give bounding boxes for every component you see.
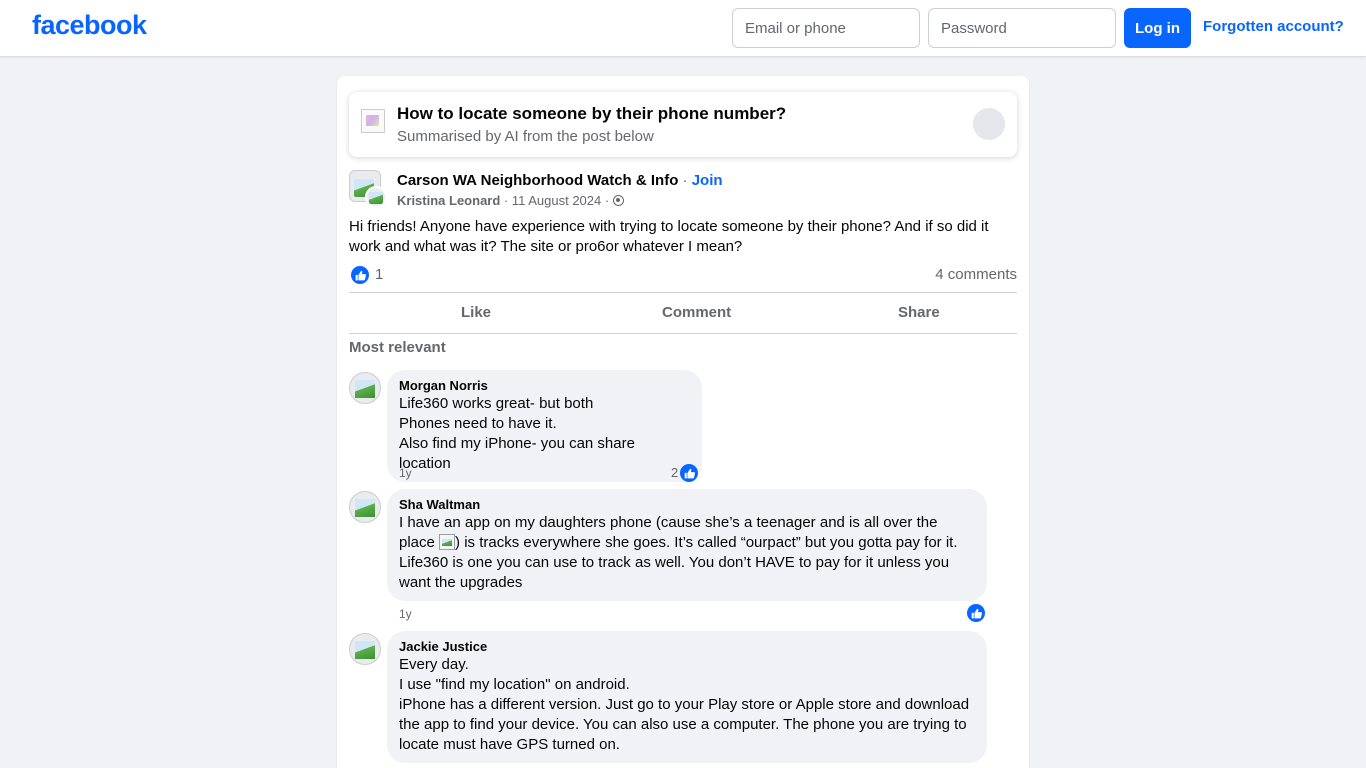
top-bar: facebook Log in Forgotten account? (0, 0, 1366, 57)
post-group-line: Carson WA Neighborhood Watch & Info · Jo… (397, 172, 723, 189)
comment-bubble: Sha Waltman I have an app on my daughter… (387, 489, 987, 601)
login-button[interactable]: Log in (1124, 8, 1191, 48)
commenter-name[interactable]: Morgan Norris (399, 378, 690, 394)
forgotten-account-link[interactable]: Forgotten account? (1203, 18, 1344, 35)
post-text: Hi friends! Anyone have experience with … (349, 218, 989, 255)
divider (349, 292, 1017, 293)
like-reaction-icon[interactable] (351, 266, 369, 284)
join-separator: · (678, 172, 692, 189)
summary-title: How to locate someone by their phone num… (397, 104, 787, 123)
ai-summary-box[interactable]: How to locate someone by their phone num… (349, 92, 1017, 157)
summary-subtitle: Summarised by AI from the post below (397, 128, 654, 145)
comment-button[interactable]: Comment (662, 304, 731, 321)
comment-time[interactable]: 1y (399, 607, 412, 621)
post-date[interactable]: · 11 August 2024 · (500, 193, 613, 208)
author-avatar[interactable] (365, 186, 387, 208)
globe-icon (612, 195, 624, 206)
like-reaction-icon[interactable] (680, 464, 698, 482)
comments-count-link[interactable]: 4 comments (935, 266, 1017, 283)
comment-text: Every day. I use "find my location" on a… (399, 656, 970, 753)
summary-image-icon (361, 109, 385, 133)
facebook-logo[interactable]: facebook (32, 10, 147, 41)
commenter-avatar[interactable] (349, 491, 381, 523)
post-meta: Kristina Leonard · 11 August 2024 · (397, 193, 624, 208)
summary-more-button[interactable] (973, 108, 1005, 140)
comment-text: I have an app on my daughters phone (cau… (399, 513, 975, 593)
email-field[interactable] (732, 8, 920, 48)
password-field[interactable] (928, 8, 1116, 48)
post-author-link[interactable]: Kristina Leonard (397, 193, 500, 208)
commenter-avatar[interactable] (349, 633, 381, 665)
join-link[interactable]: Join (692, 172, 723, 189)
group-name-link[interactable]: Carson WA Neighborhood Watch & Info (397, 172, 678, 189)
comment-time[interactable]: 1y (399, 466, 412, 480)
comment-bubble: Morgan Norris Life360 works great- but b… (387, 370, 702, 482)
commenter-name[interactable]: Jackie Justice (399, 639, 975, 655)
comment-sort-dropdown[interactable]: Most relevant (349, 339, 446, 356)
share-button[interactable]: Share (898, 304, 940, 321)
divider (349, 333, 1017, 334)
reaction-count[interactable]: 1 (375, 266, 383, 283)
commenter-name[interactable]: Sha Waltman (399, 497, 975, 513)
like-reaction-icon[interactable] (967, 604, 985, 622)
group-avatar[interactable] (349, 170, 387, 208)
like-button[interactable]: Like (461, 304, 491, 321)
comment-text: Life360 works great- but both Phones nee… (399, 395, 635, 472)
comment-bubble: Jackie Justice Every day. I use "find my… (387, 631, 987, 763)
commenter-avatar[interactable] (349, 372, 381, 404)
comment-reaction-count[interactable]: 2 (671, 465, 678, 480)
emoji-image-icon (439, 534, 456, 550)
comment-text-part: ) is tracks everywhere she goes. It’s ca… (399, 534, 958, 591)
